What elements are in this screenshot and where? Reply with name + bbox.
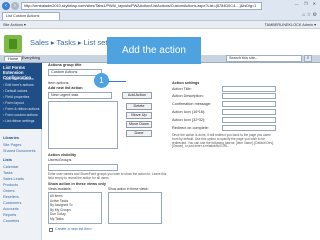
sidebar-link[interactable]: Products xyxy=(3,183,18,187)
setting-input[interactable] xyxy=(222,86,276,92)
setting-row-description: Action Description: xyxy=(172,93,276,100)
create-item-checkbox[interactable] xyxy=(49,228,53,232)
browser-toolbar-icons[interactable]: ⌂ ☆ ⚙ xyxy=(302,12,317,18)
setting-input[interactable] xyxy=(222,109,276,115)
sharepoint-topbar: Site Actions ▾ TAMBERLINEKLOCK Admin ▾ xyxy=(0,21,320,29)
browser-titlebar: ‹ › http://centraladm2010.skylinksp.com/… xyxy=(0,0,320,21)
callout-pointer xyxy=(108,81,126,82)
window-controls[interactable]: — ❐ ✕ xyxy=(295,1,318,6)
setting-row-confirmation: Confirmation message: xyxy=(172,101,276,108)
action-settings-title: Action settings xyxy=(172,81,200,85)
move-down-button[interactable]: Move Down xyxy=(126,121,152,128)
panel-item[interactable]: Add form's actions xyxy=(3,77,34,81)
sidebar-link[interactable]: Calendar xyxy=(3,165,18,169)
views-available-list[interactable]: All Items Active Tasks By Assigned To By… xyxy=(48,192,102,224)
users-groups-input[interactable] xyxy=(48,164,118,171)
panel-item[interactable]: List ribbon settings xyxy=(3,119,34,123)
forward-button[interactable]: › xyxy=(11,2,19,10)
address-bar[interactable]: http://centraladm2010.skylinksp.com/site… xyxy=(21,2,262,10)
sidebar-link[interactable]: Tasks xyxy=(3,171,13,175)
views-available-label: Views available: xyxy=(48,187,72,191)
setting-row-icon32: Action Icon (32*32): xyxy=(172,117,276,124)
move-up-button[interactable]: Move Up xyxy=(126,112,152,119)
redirect-help-text: Once the action is done, it will redirec… xyxy=(172,133,274,149)
site-actions-menu[interactable]: Site Actions ▾ xyxy=(3,22,26,27)
setting-input[interactable] xyxy=(222,101,276,107)
setting-input[interactable] xyxy=(222,125,276,131)
nav-tab-home[interactable]: Home xyxy=(4,56,23,61)
sidebar-link[interactable]: Reports xyxy=(3,213,16,217)
list-extension-panel: List Forms Extension Configuration Add f… xyxy=(0,63,42,129)
actions-group-title: Actions group title xyxy=(48,63,82,67)
nav-tab-everything[interactable]: Everything xyxy=(22,56,40,60)
main-content: Actions group title Custom Actions Item … xyxy=(44,63,320,240)
panel-item[interactable]: Edit form's actions xyxy=(3,83,33,87)
create-item-label[interactable]: Create a new list item xyxy=(55,227,92,231)
setting-row-icon16: Action Icon (16*16): xyxy=(172,109,276,116)
setting-row-redirect: Redirect on complete: xyxy=(172,125,276,132)
panel-item[interactable]: Form custom actions xyxy=(3,113,37,117)
user-menu[interactable]: TAMBERLINEKLOCK Admin ▾ xyxy=(265,22,316,27)
sidebar-heading-lists[interactable]: Lists xyxy=(3,158,12,162)
sidebar-link[interactable]: Orders xyxy=(3,189,15,193)
setting-label: Action Icon (16*16): xyxy=(172,110,206,114)
new-action-input[interactable]: New urgent task xyxy=(48,92,112,99)
browser-tab[interactable]: List Custom Actions xyxy=(2,12,60,20)
sidebar-heading-libraries[interactable]: Libraries xyxy=(3,136,19,140)
setting-label: Action Icon (32*32): xyxy=(172,118,206,122)
setting-label: Action Title: xyxy=(172,87,192,91)
site-logo xyxy=(4,35,22,53)
views-selected-list[interactable] xyxy=(108,192,162,224)
sidebar-link[interactable]: Sales Leads xyxy=(3,177,24,181)
actions-list[interactable] xyxy=(48,101,118,149)
quick-launch: List Forms Extension Configuration Add f… xyxy=(0,63,42,240)
search-icon[interactable]: ⌕ xyxy=(304,55,312,62)
item-actions-label: Item actions xyxy=(48,81,69,85)
visibility-help-text: Enter user names and SharePoint groups y… xyxy=(48,172,167,180)
add-action-button[interactable]: Add Action xyxy=(122,92,152,99)
views-selected-label: Show action in these views: xyxy=(108,187,149,191)
setting-label: Action Description: xyxy=(172,94,204,98)
actions-group-input[interactable]: Custom Actions xyxy=(48,69,102,76)
sidebar-link[interactable]: Site Pages xyxy=(3,143,21,147)
sidebar-link[interactable]: Countries xyxy=(3,219,19,223)
setting-label: Confirmation message: xyxy=(172,102,212,106)
panel-item[interactable]: Form layout xyxy=(3,101,23,105)
back-button[interactable]: ‹ xyxy=(2,2,10,10)
panel-item[interactable]: Default values xyxy=(3,89,27,93)
sidebar-link[interactable]: Shared Documents xyxy=(3,149,36,153)
setting-label: Redirect on complete: xyxy=(172,126,209,130)
setting-input[interactable] xyxy=(222,117,276,123)
search-input[interactable]: Search this site... xyxy=(226,55,302,62)
delete-button[interactable]: Delete xyxy=(126,103,152,110)
users-groups-label: Users/Groups xyxy=(48,158,72,162)
views-label: Show action in these views only xyxy=(48,182,107,186)
visibility-title: Action visibility xyxy=(48,153,77,157)
panel-item[interactable]: Field properties xyxy=(3,95,29,99)
step-badge: 1 xyxy=(94,73,109,88)
panel-item[interactable]: Form & ribbon actions xyxy=(3,107,39,111)
sidebar-link[interactable]: Customers xyxy=(3,201,21,205)
setting-input[interactable] xyxy=(222,93,276,99)
add-new-action-label: Add new list action xyxy=(48,86,83,90)
tutorial-callout: Add the action xyxy=(107,37,201,64)
sidebar-link[interactable]: Accounts xyxy=(3,207,19,211)
sidebar-link[interactable]: Resellers xyxy=(3,195,19,199)
view-option[interactable]: My Tasks xyxy=(50,217,100,222)
done-button[interactable]: Done xyxy=(126,130,152,137)
